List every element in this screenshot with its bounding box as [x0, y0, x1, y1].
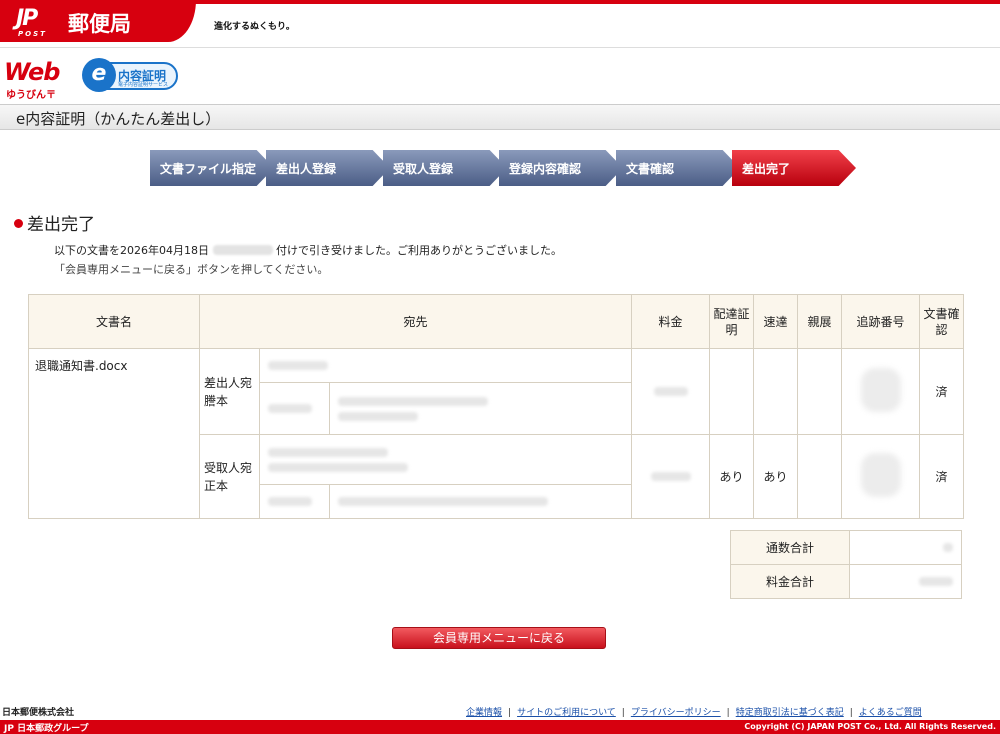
- footer-group-logo: JP 日本郵政グループ: [4, 724, 89, 734]
- instruction-message: 「会員専用メニューに戻る」ボタンを押してください。: [54, 263, 329, 276]
- col-delivery-cert: 配達証明: [709, 294, 754, 349]
- step-recipient-register: 受取人登録: [383, 150, 507, 186]
- japan-post-logo[interactable]: JP POST 郵便局: [0, 0, 196, 42]
- total-fee-label: 料金合計: [730, 564, 850, 599]
- document-table: 文書名 宛先 料金 配達証明 速達 親展 追跡番号 文書確認 退職通知書.doc…: [28, 294, 964, 519]
- step-confirm-registration: 登録内容確認: [499, 150, 623, 186]
- fee-cell: [631, 348, 710, 435]
- post-label: POST: [18, 30, 47, 38]
- return-to-member-menu-button[interactable]: 会員専用メニューに戻る: [392, 627, 606, 649]
- row-kind-sender: 差出人宛謄本: [199, 348, 260, 435]
- redacted-time: [212, 245, 273, 255]
- web-yubin-logo[interactable]: Web: [4, 58, 60, 86]
- total-count-value: [849, 530, 962, 565]
- bullet-icon: [14, 219, 23, 228]
- section-heading: 差出完了: [14, 210, 95, 235]
- doc-check-cell: 済: [919, 348, 964, 435]
- footer-link-corporate[interactable]: 企業情報: [466, 708, 502, 718]
- page-title-bar: e内容証明（かんたん差出し）: [0, 104, 1000, 130]
- recipient-name-cell: [259, 434, 632, 485]
- col-fee: 料金: [631, 294, 710, 349]
- step-sending-complete: 差出完了: [732, 150, 856, 186]
- personal-cell: [797, 434, 842, 519]
- recipient-address-cell: [329, 484, 632, 519]
- personal-cell: [797, 348, 842, 435]
- header-slogan: 進化するぬくもり。: [214, 22, 295, 32]
- footer-link-privacy[interactable]: プライバシーポリシー: [631, 708, 721, 718]
- delivery-cert-cell: [709, 348, 754, 435]
- tracking-cell: [841, 348, 920, 435]
- step-sender-register: 差出人登録: [266, 150, 390, 186]
- sender-address-cell: [329, 382, 632, 435]
- step-document-check: 文書確認: [616, 150, 740, 186]
- table-header-row: 文書名 宛先 料金 配達証明 速達 親展 追跡番号 文書確認: [28, 294, 964, 349]
- post-office-name: 郵便局: [68, 12, 131, 36]
- doc-check-cell: 済: [919, 434, 964, 519]
- service-brand-bar: Web ゆうびん〒 e 内容証明 電子内容証明サービス: [0, 50, 1000, 104]
- col-doc-name: 文書名: [28, 294, 200, 349]
- jp-mark-icon: JP: [16, 6, 38, 31]
- site-header: JP POST 郵便局 進化するぬくもり。: [0, 0, 1000, 48]
- recipient-postcode-cell: [259, 484, 330, 519]
- e-logo-sub: 電子内容証明サービス: [118, 82, 169, 88]
- web-yubin-sub: ゆうびん〒: [6, 90, 56, 101]
- footer-bar: JP 日本郵政グループ Copyright (C) JAPAN POST Co.…: [0, 720, 1000, 734]
- completion-message: 以下の文書を2026年04月18日 付けで引き受けました。ご利用ありがとうござい…: [54, 244, 562, 257]
- footer-link-site-usage[interactable]: サイトのご利用について: [517, 708, 616, 718]
- table-row: 退職通知書.docx 差出人宛謄本 済: [28, 348, 964, 519]
- express-cell: [753, 348, 798, 435]
- tracking-cell: [841, 434, 920, 519]
- page-title: e内容証明（かんたん差出し）: [16, 110, 221, 128]
- footer-link-faq[interactable]: よくあるご質問: [859, 708, 922, 718]
- totals-table: 通数合計 料金合計: [730, 530, 962, 599]
- footer-copyright: Copyright (C) JAPAN POST Co., Ltd. All R…: [744, 722, 996, 731]
- step-file-select: 文書ファイル指定: [150, 150, 274, 186]
- total-fee-value: [849, 564, 962, 599]
- table-row: 料金合計: [730, 564, 962, 599]
- col-doc-check: 文書確認: [919, 294, 964, 349]
- col-personal: 親展: [797, 294, 842, 349]
- sender-name-cell: [259, 348, 632, 383]
- row-kind-recipient: 受取人宛正本: [199, 434, 260, 519]
- delivery-cert-cell: あり: [709, 434, 754, 519]
- table-row: 通数合計: [730, 530, 962, 565]
- col-express: 速達: [753, 294, 798, 349]
- fee-cell: [631, 434, 710, 519]
- col-tracking: 追跡番号: [841, 294, 920, 349]
- e-naiyou-shoumei-logo[interactable]: e 内容証明 電子内容証明サービス: [82, 58, 178, 92]
- e-mark-icon: e: [82, 58, 116, 92]
- footer-links: 企業情報 | サイトのご利用について | プライバシーポリシー | 特定商取引法に基づく表記…: [466, 708, 922, 718]
- doc-name-cell: 退職通知書.docx: [28, 348, 200, 519]
- sender-postcode-cell: [259, 382, 330, 435]
- total-count-label: 通数合計: [730, 530, 850, 565]
- col-destination: 宛先: [199, 294, 632, 349]
- footer-link-commerce-law[interactable]: 特定商取引法に基づく表記: [736, 708, 844, 718]
- footer-company: 日本郵便株式会社: [2, 708, 75, 718]
- express-cell: あり: [753, 434, 798, 519]
